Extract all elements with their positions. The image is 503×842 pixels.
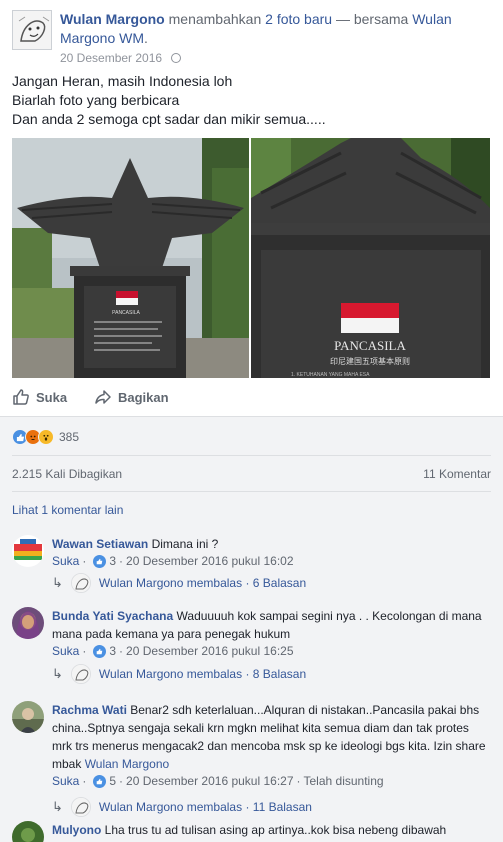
commenter-name[interactable]: Bunda Yati Syachana	[52, 609, 173, 623]
reply-count: 6 Balasan	[252, 576, 307, 590]
comment-item: Mulyono Lha trus tu ad tulisan asing ap …	[12, 821, 491, 842]
comment-like-link[interactable]: Suka	[52, 773, 79, 789]
commenter-avatar[interactable]	[12, 821, 44, 842]
comment-meta: Suka · 5 · 20 Desember 2016 pukul 16:27 …	[52, 773, 384, 789]
commenter-name[interactable]: Rachma Wati	[52, 703, 127, 717]
comment-body: Wawan Setiawan Dimana ini ? Suka · 3 · 2…	[52, 535, 491, 569]
comment-item: Bunda Yati Syachana Waduuuuh kok sampai …	[12, 607, 491, 687]
comment-timestamp[interactable]: 20 Desember 2016 pukul 16:25	[126, 643, 293, 659]
like-label: Suka	[36, 389, 68, 405]
reaction-count[interactable]: 385	[59, 430, 79, 444]
author-name-link[interactable]: Wulan Margono	[60, 11, 165, 27]
reply-verb: membalas	[186, 576, 243, 590]
feedback-section: 385 2.215 Kali Dibagikan 11 Komentar Lih…	[0, 416, 503, 842]
comment-like-count[interactable]: 5	[109, 773, 116, 789]
reply-author: Wulan Margono	[98, 800, 184, 814]
comment-count[interactable]: 11 Komentar	[423, 467, 491, 481]
comment-timestamp[interactable]: 20 Desember 2016 pukul 16:02	[126, 553, 293, 569]
reply-verb: membalas	[186, 667, 243, 681]
reply-avatar	[70, 797, 91, 817]
comment-text: Lha trus tu ad tulisan asing ap artinya.…	[104, 823, 447, 837]
commenter-avatar[interactable]	[12, 701, 44, 733]
post-caption: Jangan Heran, masih Indonesia loh Biarla…	[12, 72, 491, 129]
post-date[interactable]: 20 Desember 2016	[60, 51, 162, 65]
plaque-chinese-text: 印尼建国五项基本原则	[330, 356, 410, 366]
commenter-name[interactable]: Mulyono	[52, 823, 101, 837]
comment-meta: Suka · 3 · 20 Desember 2016 pukul 16:25	[52, 643, 294, 659]
commenter-avatar[interactable]	[12, 535, 44, 567]
reply-arrow-icon: ↳	[52, 575, 63, 590]
comment-item: Rachma Wati Benar2 sdh keterlaluan...Alq…	[12, 701, 491, 817]
mention-link[interactable]: Wulan Margono	[85, 757, 170, 771]
monument-photo-2: PANCASILA 印尼建国五项基本原则 1. KETUHANAN YANG M…	[251, 138, 490, 378]
caption-line: Dan anda 2 semoga cpt sadar dan mikir se…	[12, 111, 326, 127]
reply-verb: membalas	[186, 800, 243, 814]
like-button[interactable]: Suka	[12, 388, 67, 406]
comment-like-count[interactable]: 3	[109, 553, 116, 569]
reply-arrow-icon: ↳	[52, 666, 63, 681]
view-previous-comments[interactable]: Lihat 1 komentar lain	[12, 503, 123, 517]
post-header-text: Wulan Margono menambahkan 2 foto baru — …	[60, 10, 491, 48]
replies-row[interactable]: ↳ Wulan Margono membalas · 11 Balasan	[52, 797, 312, 817]
photo-grid: PANCASILA PANCASILA 印尼建国五项基本原则 1. KETUHA…	[12, 138, 490, 378]
photo-link[interactable]: 2 foto baru	[265, 11, 332, 27]
reply-author: Wulan Margono	[98, 576, 184, 590]
replies-row[interactable]: ↳ Wulan Margono membalas · 6 Balasan	[52, 573, 306, 593]
edited-label[interactable]: Telah disunting	[304, 773, 384, 789]
mini-like-icon	[93, 644, 107, 658]
share-label: Bagikan	[118, 389, 169, 405]
caption-line: Biarlah foto yang berbicara	[12, 92, 180, 108]
reply-avatar	[70, 573, 91, 593]
reply-author: Wulan Margono	[98, 667, 184, 681]
with-text: — bersama	[335, 11, 409, 27]
thumbs-up-icon	[13, 389, 29, 405]
photo-monument-wide[interactable]: PANCASILA	[12, 138, 249, 378]
divider	[12, 491, 491, 492]
reply-count: 8 Balasan	[252, 667, 307, 681]
reply-arrow-icon: ↳	[52, 799, 63, 814]
globe-icon[interactable]	[171, 53, 182, 63]
comment-body: Mulyono Lha trus tu ad tulisan asing ap …	[52, 821, 491, 839]
comment-body: Rachma Wati Benar2 sdh keterlaluan...Alq…	[52, 701, 491, 789]
caption-line: Jangan Heran, masih Indonesia loh	[12, 73, 233, 89]
share-button[interactable]: Bagikan	[94, 388, 169, 406]
comment-like-link[interactable]: Suka	[52, 643, 79, 659]
comment-text: Dimana ini ?	[151, 537, 219, 551]
reply-count: 11 Balasan	[252, 800, 312, 814]
plaque-subline: 1. KETUHANAN YANG MAHA ESA	[291, 372, 370, 378]
action-text: menambahkan	[168, 11, 262, 27]
comment-body: Bunda Yati Syachana Waduuuuh kok sampai …	[52, 607, 491, 659]
comment-item: Wawan Setiawan Dimana ini ? Suka · 3 · 2…	[12, 535, 491, 595]
comment-like-count[interactable]: 3	[109, 643, 116, 659]
tagged-suffix: .	[144, 30, 148, 46]
facebook-post: Wulan Margono menambahkan 2 foto baru — …	[0, 0, 503, 842]
comment-meta: Suka · 3 · 20 Desember 2016 pukul 16:02	[52, 553, 294, 569]
wow-reaction-icon	[38, 429, 54, 445]
share-arrow-icon	[95, 390, 111, 404]
reply-avatar	[70, 664, 91, 684]
replies-row[interactable]: ↳ Wulan Margono membalas · 8 Balasan	[52, 664, 306, 684]
post-header: Wulan Margono menambahkan 2 foto baru — …	[12, 8, 491, 65]
post-actions: Suka Bagikan	[12, 386, 491, 410]
author-avatar[interactable]	[12, 10, 52, 50]
commenter-name[interactable]: Wawan Setiawan	[52, 537, 148, 551]
comment-like-link[interactable]: Suka	[52, 553, 79, 569]
plaque-title-1: PANCASILA	[112, 310, 140, 316]
post-meta: 20 Desember 2016	[60, 51, 182, 65]
divider	[12, 455, 491, 456]
reactions-summary[interactable]: 385	[12, 429, 79, 445]
mini-like-icon	[93, 774, 107, 788]
plaque-title-2: PANCASILA	[334, 338, 406, 353]
commenter-avatar[interactable]	[12, 607, 44, 639]
mini-like-icon	[93, 554, 107, 568]
photo-monument-closeup[interactable]: PANCASILA 印尼建国五项基本原则 1. KETUHANAN YANG M…	[251, 138, 490, 378]
author-avatar-image	[13, 11, 51, 49]
monument-photo-1: PANCASILA	[12, 138, 249, 378]
share-count[interactable]: 2.215 Kali Dibagikan	[12, 467, 122, 481]
comment-timestamp[interactable]: 20 Desember 2016 pukul 16:27	[126, 773, 293, 789]
